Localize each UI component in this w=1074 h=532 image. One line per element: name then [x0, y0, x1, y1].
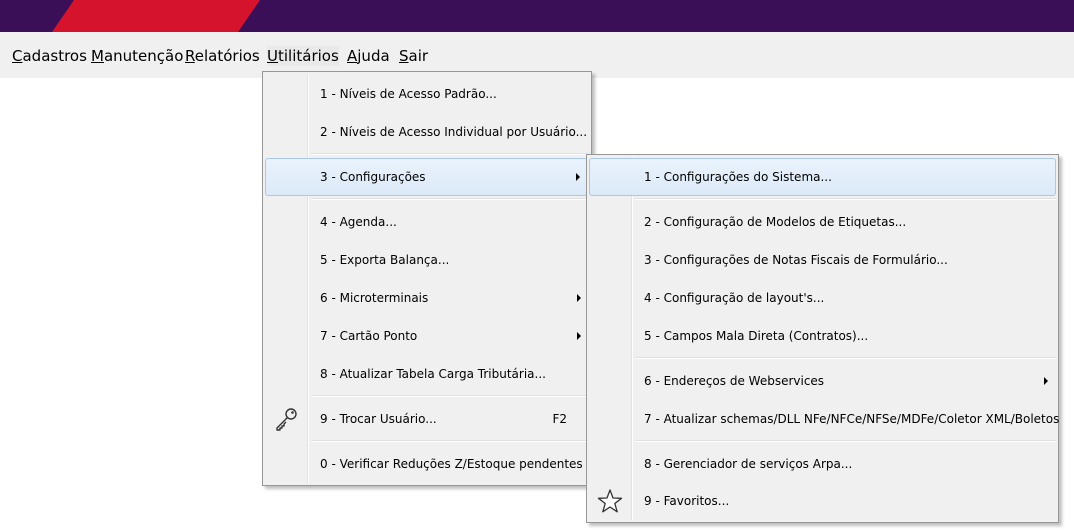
menu-separator — [311, 198, 589, 200]
key-icon — [273, 406, 299, 432]
submenu-item-favoritos[interactable]: 9 - Favoritos... — [589, 483, 1056, 519]
submenu-item-modelos-etiquetas[interactable]: 2 - Configuração de Modelos de Etiquetas… — [589, 203, 1056, 241]
menu-separator — [311, 395, 589, 397]
configuracoes-submenu: 1 - Configurações do Sistema... 2 - Conf… — [586, 154, 1059, 523]
submenu-arrow-icon — [1044, 377, 1048, 385]
menu-utilitarios[interactable]: Utilitários — [267, 46, 339, 66]
menu-separator — [635, 440, 1056, 442]
menu-relatorios[interactable]: Relatórios — [185, 46, 260, 66]
submenu-item-atualizar-schemas[interactable]: 7 - Atualizar schemas/DLL NFe/NFCe/NFSe/… — [589, 400, 1059, 438]
submenu-item-configuracoes-sistema[interactable]: 1 - Configurações do Sistema... — [589, 158, 1056, 196]
submenu-item-webservices[interactable]: 6 - Endereços de Webservices — [589, 362, 1056, 400]
menu-sair[interactable]: Sair — [399, 46, 428, 66]
menu-item-atualizar-tabela-carga[interactable]: 8 - Atualizar Tabela Carga Tributária... — [265, 355, 589, 393]
submenu-item-gerenciador-servicos[interactable]: 8 - Gerenciador de serviços Arpa... — [589, 445, 1056, 483]
shortcut-hint: F2 — [552, 412, 567, 426]
submenu-arrow-icon — [577, 294, 581, 302]
menu-separator — [311, 440, 589, 442]
menu-ajuda[interactable]: Ajuda — [347, 46, 390, 66]
menu-item-niveis-acesso-individual[interactable]: 2 - Níveis de Acesso Individual por Usuá… — [265, 113, 589, 151]
submenu-arrow-icon — [576, 173, 580, 181]
menu-item-niveis-acesso-padrao[interactable]: 1 - Níveis de Acesso Padrão... — [265, 75, 589, 113]
submenu-item-mala-direta[interactable]: 5 - Campos Mala Direta (Contratos)... — [589, 317, 1056, 355]
utilitarios-dropdown: 1 - Níveis de Acesso Padrão... 2 - Nívei… — [262, 71, 592, 486]
menu-item-verificar-reducoes[interactable]: 0 - Verificar Reduções Z/Estoque pendent… — [265, 445, 589, 483]
menu-item-cartao-ponto[interactable]: 7 - Cartão Ponto — [265, 317, 589, 355]
submenu-item-notas-fiscais[interactable]: 3 - Configurações de Notas Fiscais de Fo… — [589, 241, 1056, 279]
submenu-arrow-icon — [577, 332, 581, 340]
menu-item-configuracoes[interactable]: 3 - Configurações — [265, 158, 589, 196]
menu-item-agenda[interactable]: 4 - Agenda... — [265, 203, 589, 241]
star-icon — [597, 488, 623, 514]
menu-separator — [311, 153, 589, 155]
menu-manutencao[interactable]: Manutenção — [91, 46, 183, 66]
submenu-item-layouts[interactable]: 4 - Configuração de layout's... — [589, 279, 1056, 317]
menu-item-microterminais[interactable]: 6 - Microterminais — [265, 279, 589, 317]
brand-stripe — [52, 0, 260, 32]
menu-item-exporta-balanca[interactable]: 5 - Exporta Balança... — [265, 241, 589, 279]
menu-separator — [635, 198, 1056, 200]
menu-separator — [635, 357, 1056, 359]
menu-item-trocar-usuario[interactable]: 9 - Trocar Usuário... F2 — [265, 400, 589, 438]
menu-cadastros[interactable]: Cadastros — [12, 46, 87, 66]
app-header-bar — [0, 0, 1074, 32]
